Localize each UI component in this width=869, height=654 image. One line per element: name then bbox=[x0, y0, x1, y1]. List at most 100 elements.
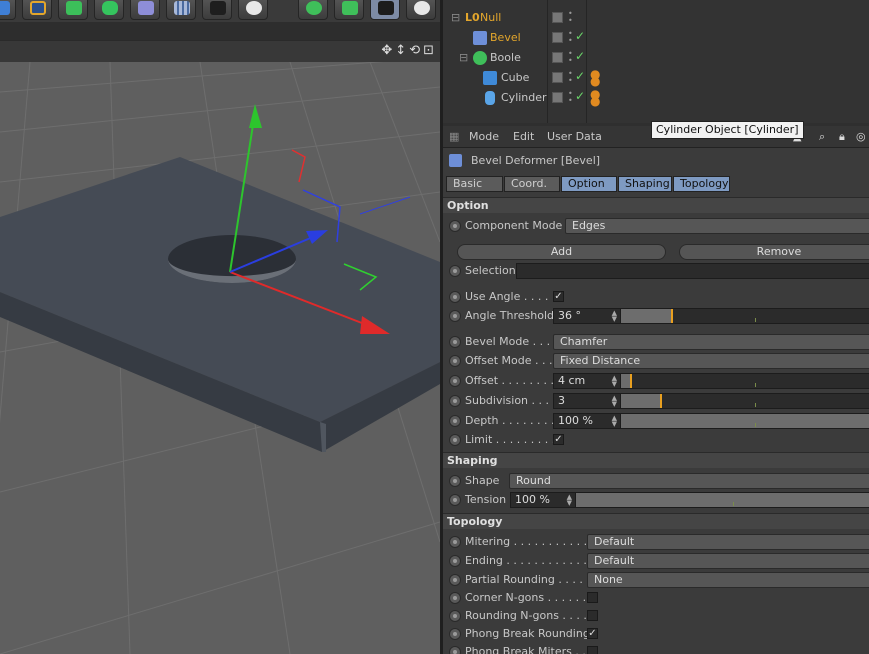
grip-icon[interactable]: ▦ bbox=[449, 130, 459, 143]
animate-radio[interactable] bbox=[449, 646, 461, 654]
object-row-boole[interactable]: ⊟ Boole • • ✓ bbox=[443, 48, 869, 68]
limit-label: Limit . . . . . . . . . . bbox=[465, 433, 563, 446]
component-mode-label: Component Mode bbox=[465, 219, 563, 232]
animate-radio[interactable] bbox=[449, 395, 461, 407]
object-name[interactable]: Bevel bbox=[490, 31, 521, 44]
animate-radio[interactable] bbox=[449, 574, 461, 586]
remove-button[interactable]: Remove bbox=[679, 244, 869, 260]
main-toolbar bbox=[0, 0, 440, 22]
tab-shaping[interactable]: Shaping bbox=[618, 176, 672, 192]
component-mode-dropdown[interactable]: Edges bbox=[565, 218, 869, 234]
animate-radio[interactable] bbox=[449, 220, 461, 232]
object-row-null[interactable]: ⊟ L0 Null • • bbox=[443, 8, 869, 28]
animate-radio[interactable] bbox=[449, 265, 461, 277]
tab-option[interactable]: Option bbox=[561, 176, 617, 192]
viewport-nav-icons: ✥ ↕ ⟲ ⊡ bbox=[381, 43, 434, 58]
new-panel-icon[interactable]: ◎ bbox=[856, 130, 866, 143]
phong-tag-icon[interactable]: ● ● bbox=[590, 88, 604, 107]
add-button[interactable]: Add bbox=[457, 244, 666, 260]
phong-break-miters-checkbox[interactable] bbox=[587, 646, 598, 654]
section-option[interactable]: Option bbox=[443, 197, 869, 213]
menu-mode[interactable]: Mode bbox=[469, 130, 499, 143]
object-name[interactable]: Null bbox=[480, 11, 501, 24]
enabled-check-icon[interactable]: ✓ bbox=[575, 29, 585, 43]
tab-basic[interactable]: Basic bbox=[446, 176, 503, 192]
cube-primitive-icon[interactable] bbox=[0, 0, 16, 20]
mograph-cloner-icon[interactable] bbox=[298, 0, 328, 20]
animate-radio[interactable] bbox=[449, 355, 461, 367]
tag-icon[interactable] bbox=[334, 0, 364, 20]
subdivision-field[interactable]: 3 ▲ ▼ bbox=[553, 393, 621, 409]
animate-radio[interactable] bbox=[449, 610, 461, 622]
animate-radio[interactable] bbox=[449, 628, 461, 640]
subdivision-slider[interactable] bbox=[620, 393, 869, 409]
object-row-cylinder[interactable]: Cylinder • • ✓ ● ● bbox=[443, 88, 869, 108]
offset-mode-dropdown[interactable]: Fixed Distance bbox=[553, 353, 869, 369]
camera-icon[interactable] bbox=[202, 0, 232, 20]
animate-radio[interactable] bbox=[449, 375, 461, 387]
phong-break-rounding-checkbox[interactable]: ✓ bbox=[587, 628, 598, 639]
animate-radio[interactable] bbox=[449, 536, 461, 548]
corner-ngons-row: Corner N-gons . . . . . . bbox=[443, 589, 869, 608]
mitering-dropdown[interactable]: Default bbox=[587, 534, 869, 550]
bevel-mode-dropdown[interactable]: Chamfer bbox=[553, 334, 869, 350]
tension-field[interactable]: 100 % ▲ ▼ bbox=[510, 492, 576, 508]
animate-radio[interactable] bbox=[449, 310, 461, 322]
maximize-view-icon[interactable]: ⊡ bbox=[423, 43, 434, 58]
object-row-bevel[interactable]: Bevel • • ✓ bbox=[443, 28, 869, 48]
search-icon[interactable]: ⌕ bbox=[819, 130, 825, 144]
section-topology[interactable]: Topology bbox=[443, 513, 869, 529]
rounding-ngons-checkbox[interactable] bbox=[587, 610, 598, 621]
render-icon[interactable] bbox=[370, 0, 400, 20]
animate-radio[interactable] bbox=[449, 415, 461, 427]
phong-tag-icon[interactable]: ● ● bbox=[590, 68, 604, 87]
3d-viewport[interactable] bbox=[0, 62, 440, 654]
dolly-view-icon[interactable]: ↕ bbox=[395, 43, 406, 58]
enabled-check-icon[interactable]: ✓ bbox=[575, 49, 585, 63]
object-name[interactable]: Cube bbox=[501, 71, 529, 84]
tab-coord[interactable]: Coord. bbox=[504, 176, 560, 192]
animate-radio[interactable] bbox=[449, 494, 461, 506]
use-angle-checkbox[interactable]: ✓ bbox=[553, 291, 564, 302]
lock-icon[interactable]: 🔒︎ bbox=[839, 130, 845, 144]
offset-field[interactable]: 4 cm ▲ ▼ bbox=[553, 373, 621, 389]
offset-slider[interactable] bbox=[620, 373, 869, 389]
limit-row: Limit . . . . . . . . . . ✓ bbox=[443, 431, 869, 450]
tension-slider[interactable] bbox=[575, 492, 869, 508]
corner-ngons-checkbox[interactable] bbox=[587, 592, 598, 603]
object-name[interactable]: Cylinder bbox=[501, 91, 547, 104]
section-shaping[interactable]: Shaping bbox=[443, 452, 869, 468]
subdivision-value: 3 bbox=[558, 394, 565, 407]
rotate-view-icon[interactable]: ⟲ bbox=[409, 43, 420, 58]
animate-radio[interactable] bbox=[449, 592, 461, 604]
move-view-icon[interactable]: ✥ bbox=[381, 43, 392, 58]
partial-rounding-dropdown[interactable]: None bbox=[587, 572, 869, 588]
tab-topology[interactable]: Topology bbox=[673, 176, 730, 192]
nurbs-icon[interactable] bbox=[58, 0, 88, 20]
limit-checkbox[interactable]: ✓ bbox=[553, 434, 564, 445]
shape-dropdown[interactable]: Round bbox=[509, 473, 869, 489]
depth-slider[interactable] bbox=[620, 413, 869, 429]
enabled-check-icon[interactable]: ✓ bbox=[575, 69, 585, 83]
animate-radio[interactable] bbox=[449, 434, 461, 446]
spline-pen-icon[interactable] bbox=[22, 0, 52, 20]
menu-user-data[interactable]: User Data bbox=[547, 130, 602, 143]
enabled-check-icon[interactable]: ✓ bbox=[575, 89, 585, 103]
angle-threshold-slider[interactable] bbox=[620, 308, 869, 324]
animate-radio[interactable] bbox=[449, 475, 461, 487]
floor-icon[interactable] bbox=[166, 0, 196, 20]
array-icon[interactable] bbox=[94, 0, 124, 20]
deformer-icon[interactable] bbox=[130, 0, 160, 20]
animate-radio[interactable] bbox=[449, 291, 461, 303]
ending-dropdown[interactable]: Default bbox=[587, 553, 869, 569]
object-name[interactable]: Boole bbox=[490, 51, 521, 64]
light-icon[interactable] bbox=[238, 0, 268, 20]
animate-radio[interactable] bbox=[449, 336, 461, 348]
depth-field[interactable]: 100 % ▲ ▼ bbox=[553, 413, 621, 429]
object-row-cube[interactable]: Cube • • ✓ ● ● bbox=[443, 68, 869, 88]
selection-field[interactable] bbox=[516, 263, 869, 279]
animate-radio[interactable] bbox=[449, 555, 461, 567]
menu-edit[interactable]: Edit bbox=[513, 130, 534, 143]
angle-threshold-field[interactable]: 36 ° ▲ ▼ bbox=[553, 308, 621, 324]
settings-gear-icon[interactable] bbox=[406, 0, 436, 20]
